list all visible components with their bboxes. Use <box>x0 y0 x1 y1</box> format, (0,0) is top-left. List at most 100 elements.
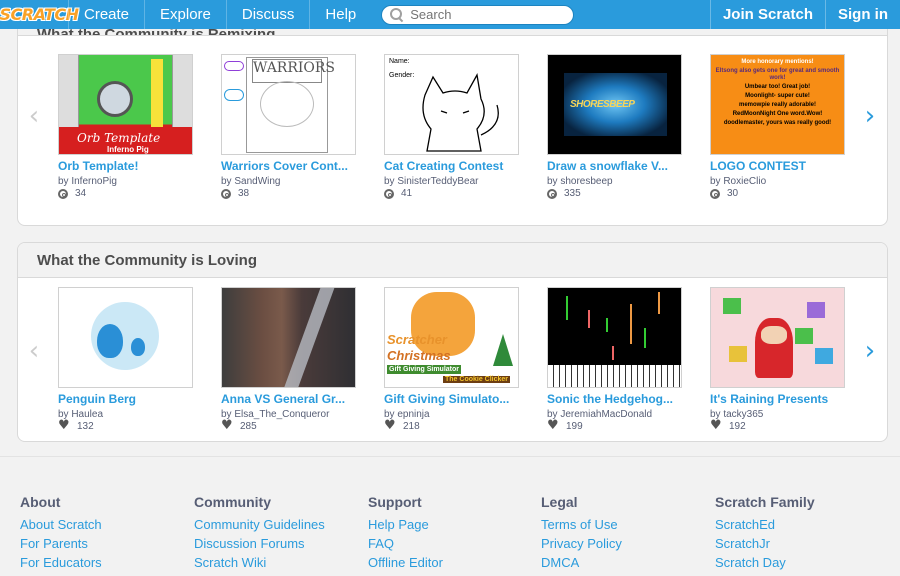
thumb-text: The Cookie Clicker <box>443 376 511 383</box>
project-author[interactable]: by Haulea <box>58 409 221 420</box>
footer-link[interactable]: Terms of Use <box>541 517 622 532</box>
footer-link[interactable]: For Parents <box>20 536 102 551</box>
footer-link[interactable]: DMCA <box>541 555 622 570</box>
cat-drawing <box>422 73 499 152</box>
project-title[interactable]: It's Raining Presents <box>710 392 850 406</box>
project-thumbnail[interactable] <box>547 287 682 388</box>
project-tile[interactable]: Scratcher Christmas Gift Giving Simulato… <box>384 287 547 433</box>
scratch-logo[interactable]: SCRATCH <box>0 0 79 29</box>
project-thumbnail[interactable]: Name: Gender: <box>384 54 519 155</box>
project-tile[interactable]: It's Raining Presents by tacky365 192 <box>710 287 873 433</box>
project-row: Penguin Berg by Haulea 132 Anna VS Gener… <box>58 287 873 433</box>
project-author[interactable]: by epninja <box>384 409 547 420</box>
project-thumbnail[interactable]: WARRIORS <box>221 54 356 155</box>
join-scratch-button[interactable]: Join Scratch <box>709 0 825 29</box>
thumb-decor <box>612 346 614 360</box>
nav-discuss[interactable]: Discuss <box>225 0 310 29</box>
nav-explore[interactable]: Explore <box>144 0 226 29</box>
project-tile[interactable]: More honorary mentions! Eltsong also get… <box>710 54 873 199</box>
project-author[interactable]: by tacky365 <box>710 409 873 420</box>
footer-link[interactable]: ScratchEd <box>715 517 815 532</box>
remixing-carousel: What the Community is Remixing ‹ › Orb T… <box>17 18 888 226</box>
search-icon <box>390 7 404 22</box>
project-tile[interactable]: Orb Template Inferno Pig Orb Template! b… <box>58 54 221 199</box>
nav-create[interactable]: Create <box>68 0 144 29</box>
thumb-decor <box>761 326 787 344</box>
thumb-text: Inferno Pig <box>107 145 149 154</box>
project-thumbnail[interactable]: More honorary mentions! Eltsong also get… <box>710 54 845 155</box>
search-box[interactable] <box>381 4 575 25</box>
thumb-text: SHORESBEEP <box>570 99 635 110</box>
project-thumbnail[interactable] <box>58 287 193 388</box>
thumb-decor <box>815 348 833 364</box>
footer-heading: Community <box>194 494 271 510</box>
count-text: 30 <box>727 188 739 199</box>
project-title[interactable]: Sonic the Hedgehog... <box>547 392 687 406</box>
project-tile[interactable]: Sonic the Hedgehog... by JeremiahMacDona… <box>547 287 710 433</box>
footer-link[interactable]: ScratchJr <box>715 536 815 551</box>
project-tile[interactable]: SHORESBEEP Draw a snowflake V... by shor… <box>547 54 710 199</box>
footer-col-legal: Legal Terms of Use Privacy Policy DMCA <box>541 494 622 574</box>
thumb-decor <box>807 302 825 318</box>
project-thumbnail[interactable]: Scratcher Christmas Gift Giving Simulato… <box>384 287 519 388</box>
footer-link[interactable]: Discussion Forums <box>194 536 325 551</box>
project-tile[interactable]: WARRIORS Warriors Cover Cont... by SandW… <box>221 54 384 199</box>
project-thumbnail[interactable]: Orb Template Inferno Pig <box>58 54 193 155</box>
thumb-decor <box>172 55 192 127</box>
nav-right: Join Scratch Sign in <box>709 0 900 29</box>
love-count: 199 <box>547 418 710 433</box>
thumb-text: WARRIORS <box>252 59 335 83</box>
thumb-text: Christmas <box>387 348 451 363</box>
footer-link[interactable]: For Educators <box>20 555 102 570</box>
footer-link[interactable]: About Scratch <box>20 517 102 532</box>
thumb-decor <box>658 292 660 314</box>
project-author[interactable]: by shoresbeep <box>547 176 710 187</box>
remix-icon <box>221 188 231 199</box>
chevron-left-icon[interactable]: ‹ <box>24 336 44 366</box>
love-count: 192 <box>710 418 873 433</box>
sign-in-button[interactable]: Sign in <box>825 0 900 29</box>
project-thumbnail[interactable] <box>221 287 356 388</box>
heart-icon <box>710 418 722 433</box>
remix-count: 335 <box>547 188 710 199</box>
thumb-decor <box>606 318 608 332</box>
project-title[interactable]: Cat Creating Contest <box>384 159 524 173</box>
project-title[interactable]: Draw a snowflake V... <box>547 159 687 173</box>
footer-link[interactable]: Scratch Wiki <box>194 555 325 570</box>
thumb-decor <box>97 81 133 117</box>
project-author[interactable]: by RoxieClio <box>710 176 873 187</box>
project-title[interactable]: LOGO CONTEST <box>710 159 850 173</box>
thumb-decor <box>224 61 244 71</box>
footer-link[interactable]: Scratch Day <box>715 555 815 570</box>
search-input[interactable] <box>410 7 571 22</box>
project-author[interactable]: by InfernoPig <box>58 176 221 187</box>
thumb-decor <box>224 89 244 101</box>
project-author[interactable]: by SandWing <box>221 176 384 187</box>
footer-link[interactable]: Offline Editor <box>368 555 443 570</box>
count-text: 38 <box>238 188 250 199</box>
footer-link[interactable]: FAQ <box>368 536 443 551</box>
project-tile[interactable]: Anna VS General Gr... by Elsa_The_Conque… <box>221 287 384 433</box>
project-title[interactable]: Warriors Cover Cont... <box>221 159 361 173</box>
footer-link[interactable]: Community Guidelines <box>194 517 325 532</box>
chevron-left-icon[interactable]: ‹ <box>24 101 44 131</box>
footer-heading: About <box>20 494 61 510</box>
project-title[interactable]: Gift Giving Simulato... <box>384 392 524 406</box>
project-title[interactable]: Penguin Berg <box>58 392 198 406</box>
project-tile[interactable]: Name: Gender: Cat Creating Contest by Si… <box>384 54 547 199</box>
remix-count: 30 <box>710 188 873 199</box>
footer-link[interactable]: Help Page <box>368 517 443 532</box>
loving-carousel: What the Community is Loving ‹ › Penguin… <box>17 242 888 442</box>
project-tile[interactable]: Penguin Berg by Haulea 132 <box>58 287 221 433</box>
project-title[interactable]: Orb Template! <box>58 159 198 173</box>
thumb-decor <box>723 298 741 314</box>
project-thumbnail[interactable] <box>710 287 845 388</box>
footer-link[interactable]: Privacy Policy <box>541 536 622 551</box>
project-author[interactable]: by SinisterTeddyBear <box>384 176 547 187</box>
nav-help[interactable]: Help <box>309 0 371 29</box>
project-author[interactable]: by JeremiahMacDonald <box>547 409 710 420</box>
thumb-decor <box>588 310 590 328</box>
project-author[interactable]: by Elsa_The_Conqueror <box>221 409 384 420</box>
project-thumbnail[interactable]: SHORESBEEP <box>547 54 682 155</box>
project-title[interactable]: Anna VS General Gr... <box>221 392 361 406</box>
